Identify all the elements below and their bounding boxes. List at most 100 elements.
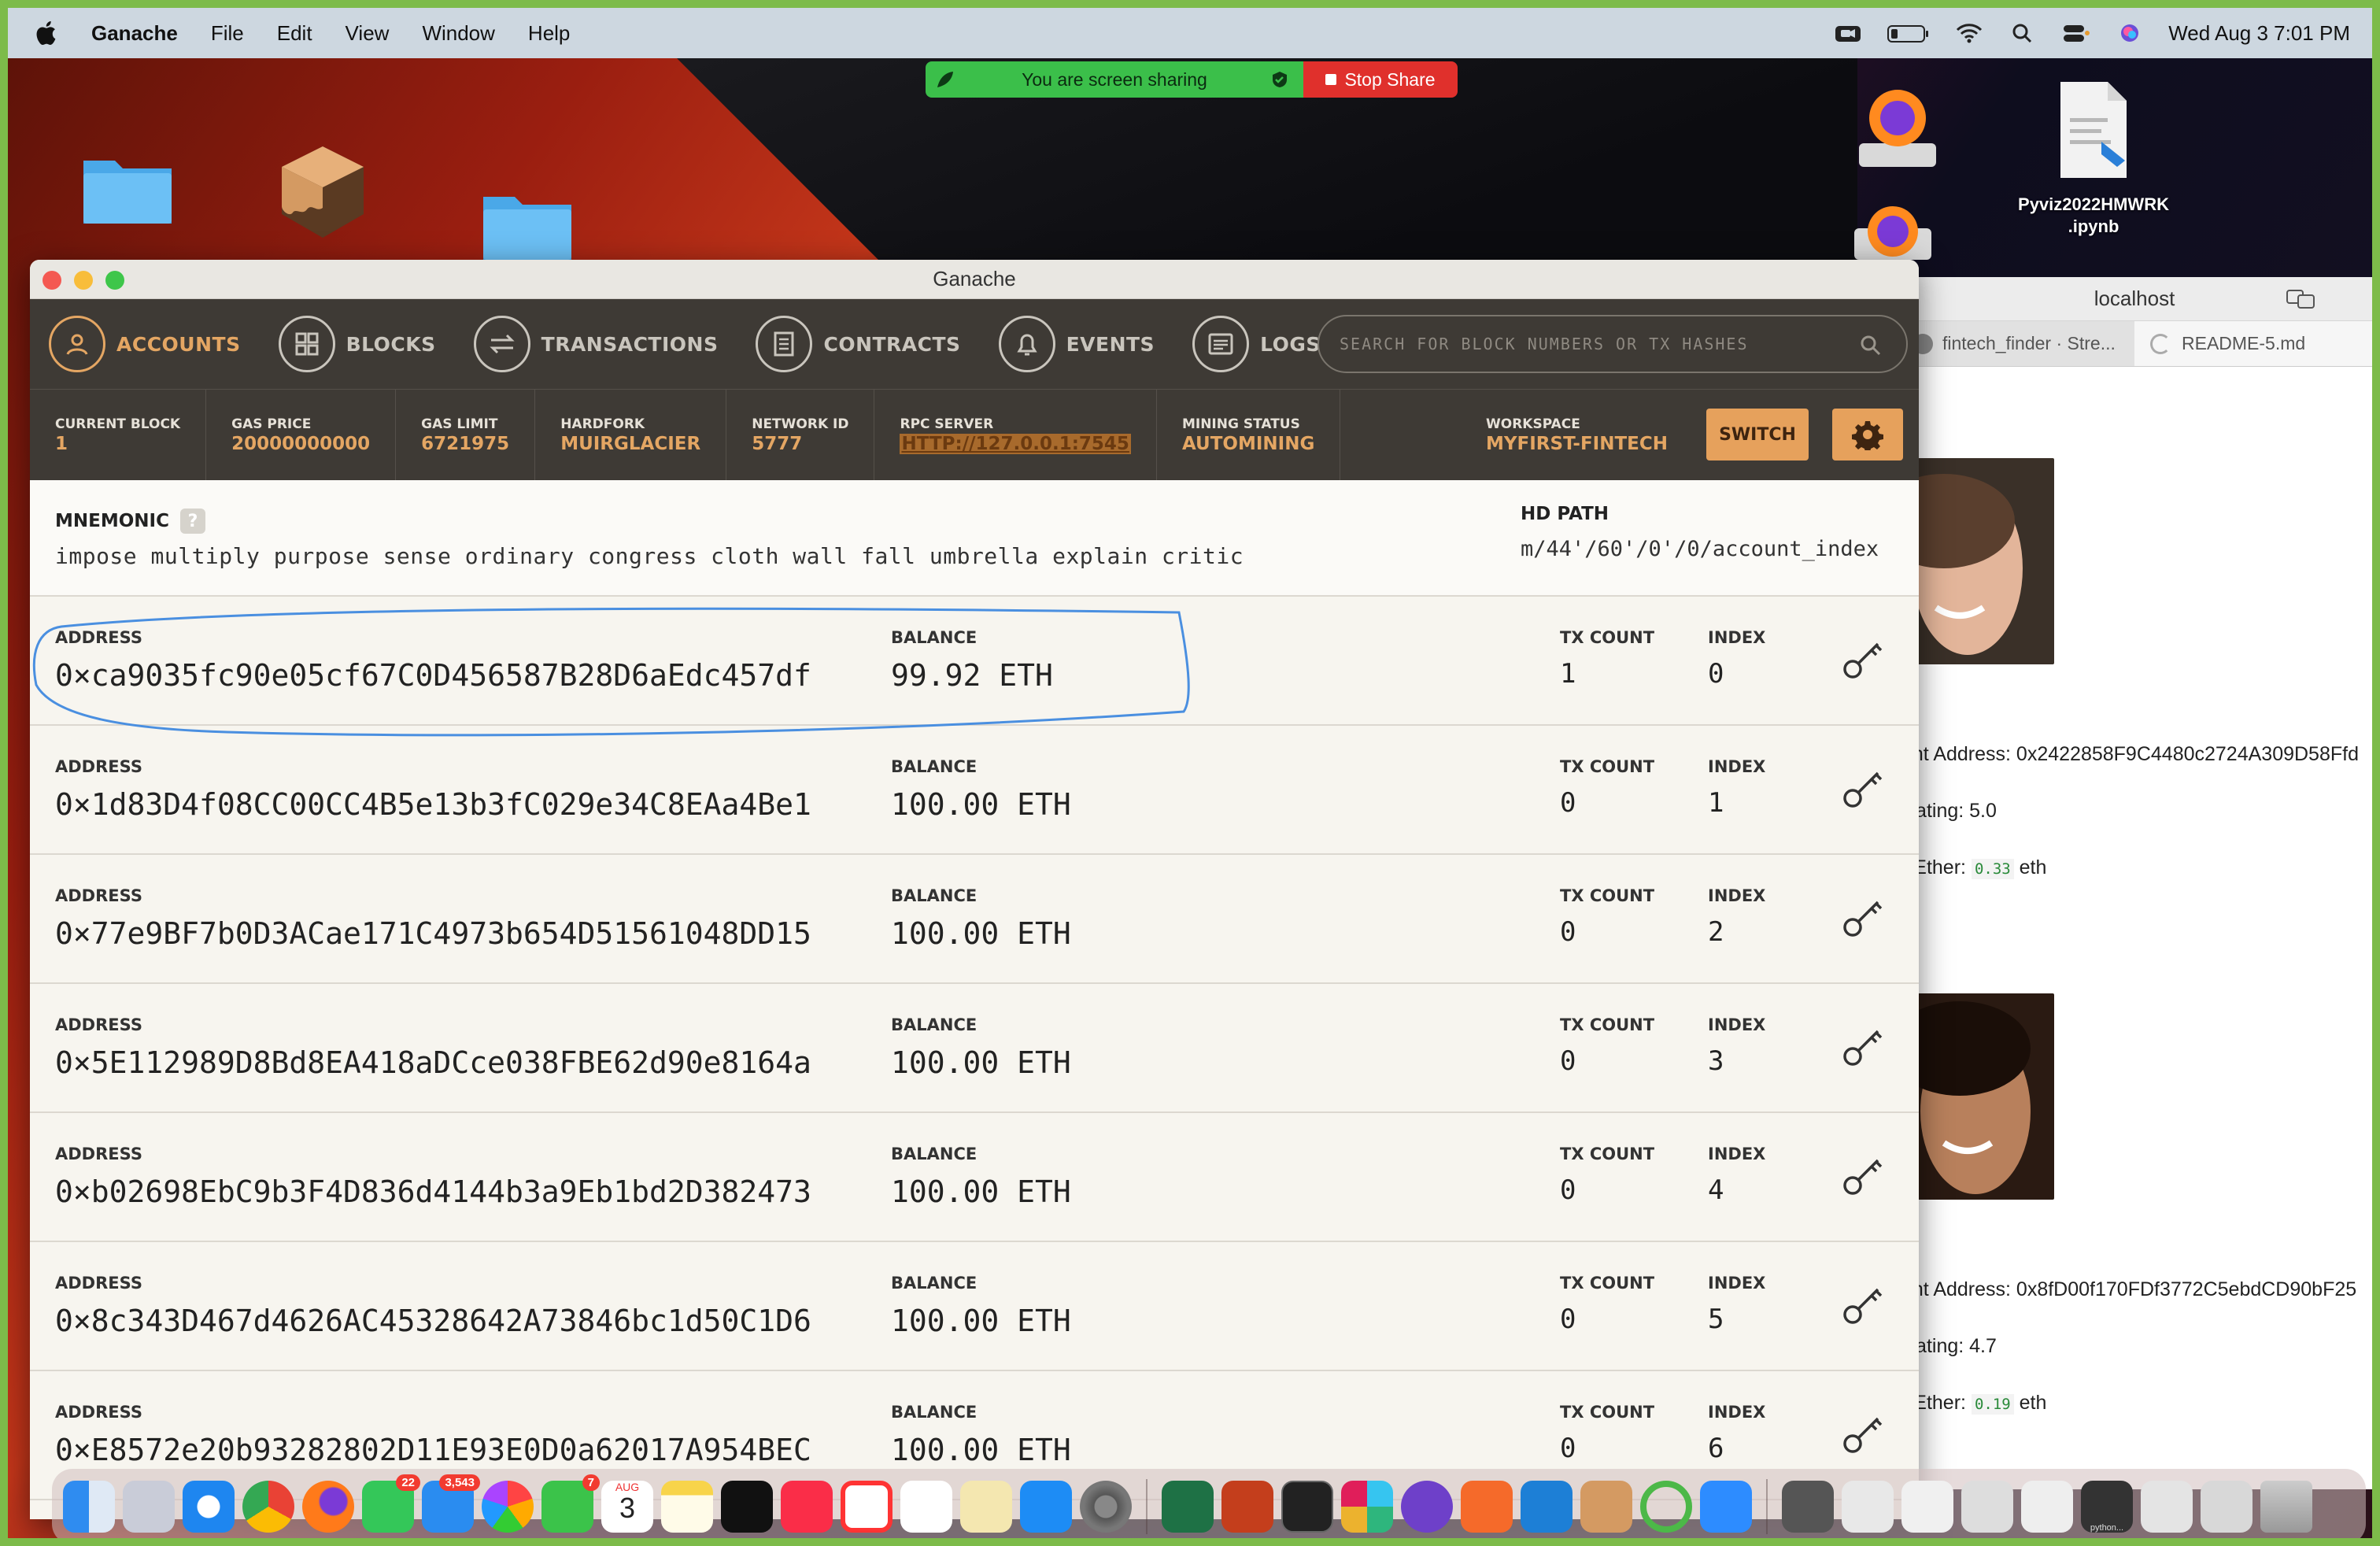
key-icon[interactable]: [1840, 634, 1887, 682]
nav-transactions[interactable]: TRANSACTIONS: [473, 316, 719, 372]
help-icon[interactable]: ?: [179, 509, 205, 534]
minimize-window-button[interactable]: [74, 271, 93, 290]
menu-file[interactable]: File: [211, 21, 244, 46]
github-desktop-icon[interactable]: [1401, 1481, 1453, 1533]
window-thumbnail[interactable]: [2141, 1481, 2193, 1533]
photos-icon[interactable]: [482, 1481, 534, 1533]
system-preferences-icon[interactable]: [1080, 1481, 1132, 1533]
account-row[interactable]: ADDRESS 0×5E112989D8Bd8EA418aDCce038FBE62…: [30, 984, 1919, 1113]
browser-tab-readme[interactable]: README-5.md: [2134, 321, 2372, 366]
ganache-app-icon[interactable]: [275, 142, 370, 244]
firefox-disk-icon[interactable]: [1850, 197, 1936, 268]
music-icon[interactable]: [781, 1481, 833, 1533]
firefox-disk-icon[interactable]: [1854, 80, 1941, 175]
trash-icon[interactable]: [2260, 1481, 2312, 1533]
account-tx-count: 0: [1560, 1433, 1576, 1464]
browser-tab-label: fintech_finder · Stre...: [1942, 333, 2116, 353]
account-row[interactable]: ADDRESS 0×8c343D467d4626AC45328642A73846b…: [30, 1242, 1919, 1371]
launchpad-icon[interactable]: [123, 1481, 175, 1533]
apple-icon[interactable]: [33, 19, 61, 47]
window-thumbnail[interactable]: [2201, 1481, 2252, 1533]
window-thumbnail[interactable]: [1901, 1481, 1953, 1533]
key-icon[interactable]: [1840, 764, 1887, 811]
nav-accounts[interactable]: ACCOUNTS: [49, 316, 241, 372]
safari-icon[interactable]: [183, 1481, 235, 1533]
folder-icon[interactable]: [480, 186, 575, 264]
powerpoint-icon[interactable]: [1221, 1481, 1273, 1533]
search-icon[interactable]: [1859, 334, 1883, 357]
apple-tv-icon[interactable]: [721, 1481, 773, 1533]
facetime-icon[interactable]: 7: [541, 1474, 600, 1533]
menu-clock[interactable]: Wed Aug 3 7:01 PM: [2168, 21, 2350, 46]
mail-icon[interactable]: 3,543: [422, 1474, 480, 1533]
ganache-dock-icon[interactable]: [1580, 1481, 1632, 1533]
messages-icon[interactable]: 22: [362, 1474, 420, 1533]
document-icon: [756, 316, 813, 372]
menu-app-name[interactable]: Ganache: [91, 21, 178, 46]
control-center-icon[interactable]: [2061, 21, 2091, 45]
notebook-file-icon[interactable]: [2049, 79, 2136, 181]
nav-events[interactable]: EVENTS: [998, 316, 1155, 372]
screen-share-banner: You are screen sharing Stop Share: [926, 61, 1458, 98]
dock-separator: [1766, 1479, 1768, 1534]
window-title-bar: Ganache: [30, 260, 1919, 299]
vscode-icon[interactable]: [1521, 1481, 1572, 1533]
siri-icon[interactable]: [2115, 21, 2145, 45]
sublime-icon[interactable]: [1461, 1481, 1513, 1533]
folder-icon[interactable]: [80, 150, 175, 228]
translate-icon[interactable]: [2286, 287, 2317, 311]
notebook-file-label[interactable]: Pyviz2022HMWRK .ipynb: [1983, 194, 2204, 238]
notes-icon[interactable]: [661, 1481, 713, 1533]
nav-logs[interactable]: LOGS: [1192, 316, 1321, 372]
settings-button[interactable]: [1832, 409, 1903, 460]
key-icon[interactable]: [1840, 1409, 1887, 1456]
search-bar[interactable]: [1318, 315, 1908, 373]
news-icon[interactable]: [841, 1481, 893, 1533]
slack-icon[interactable]: [1341, 1481, 1393, 1533]
terminal-icon[interactable]: [1281, 1481, 1333, 1533]
window-thumbnail[interactable]: python...: [2081, 1481, 2133, 1533]
firefox-icon[interactable]: [302, 1481, 354, 1533]
menu-help[interactable]: Help: [528, 21, 570, 46]
spotlight-search-icon[interactable]: [2008, 21, 2038, 45]
chrome-icon[interactable]: [242, 1481, 294, 1533]
window-thumbnail[interactable]: [1782, 1481, 1834, 1533]
key-icon[interactable]: [1840, 1280, 1887, 1327]
desktop: Ganache File Edit View Window Help Wed A…: [8, 8, 2372, 1538]
battery-icon[interactable]: [1887, 21, 1931, 45]
search-input[interactable]: [1340, 335, 1843, 353]
key-icon[interactable]: [1840, 893, 1887, 940]
close-window-button[interactable]: [42, 271, 61, 290]
switch-workspace-button[interactable]: SWITCH: [1706, 409, 1809, 460]
window-thumbnail[interactable]: [1842, 1481, 1894, 1533]
account-balance: 100.00 ETH: [891, 1433, 1071, 1467]
nav-blocks[interactable]: BLOCKS: [278, 316, 436, 372]
finder-icon[interactable]: [63, 1481, 115, 1533]
pages-icon[interactable]: [960, 1481, 1012, 1533]
excel-icon[interactable]: [1162, 1481, 1214, 1533]
app-store-icon[interactable]: [1020, 1481, 1072, 1533]
calendar-icon[interactable]: AUG 3: [601, 1481, 653, 1533]
account-row[interactable]: ADDRESS 0×77e9BF7b0D3ACae171C4973b654D515…: [30, 855, 1919, 984]
numbers-icon[interactable]: [900, 1481, 952, 1533]
key-icon[interactable]: [1840, 1151, 1887, 1198]
stop-share-button[interactable]: Stop Share: [1303, 61, 1458, 98]
share-leaf-icon: [937, 72, 953, 87]
zoom-camera-icon[interactable]: [1833, 21, 1863, 45]
maximize-window-button[interactable]: [105, 271, 124, 290]
account-row[interactable]: ADDRESS 0×b02698EbC9b3F4D836d4144b3a9Eb1b…: [30, 1113, 1919, 1242]
key-icon[interactable]: [1840, 1022, 1887, 1069]
zoom-icon[interactable]: [1700, 1481, 1752, 1533]
window-thumbnail[interactable]: [1961, 1481, 2013, 1533]
activity-ring-icon[interactable]: [1640, 1481, 1692, 1533]
browser-tab-fintech[interactable]: fintech_finder · Stre...: [1897, 321, 2134, 366]
account-row[interactable]: ADDRESS 0×ca9035fc90e05cf67C0D456587B28D6…: [30, 597, 1919, 726]
stat-rpc-server[interactable]: RPC SERVER HTTP://127.0.0.1:7545: [874, 390, 1157, 480]
window-thumbnail[interactable]: [2021, 1481, 2073, 1533]
wifi-icon[interactable]: [1954, 21, 1984, 45]
menu-edit[interactable]: Edit: [277, 21, 312, 46]
account-row[interactable]: ADDRESS 0×1d83D4f08CC00CC4B5e13b3fC029e34…: [30, 726, 1919, 855]
menu-view[interactable]: View: [346, 21, 390, 46]
menu-window[interactable]: Window: [422, 21, 494, 46]
nav-contracts[interactable]: CONTRACTS: [756, 316, 960, 372]
